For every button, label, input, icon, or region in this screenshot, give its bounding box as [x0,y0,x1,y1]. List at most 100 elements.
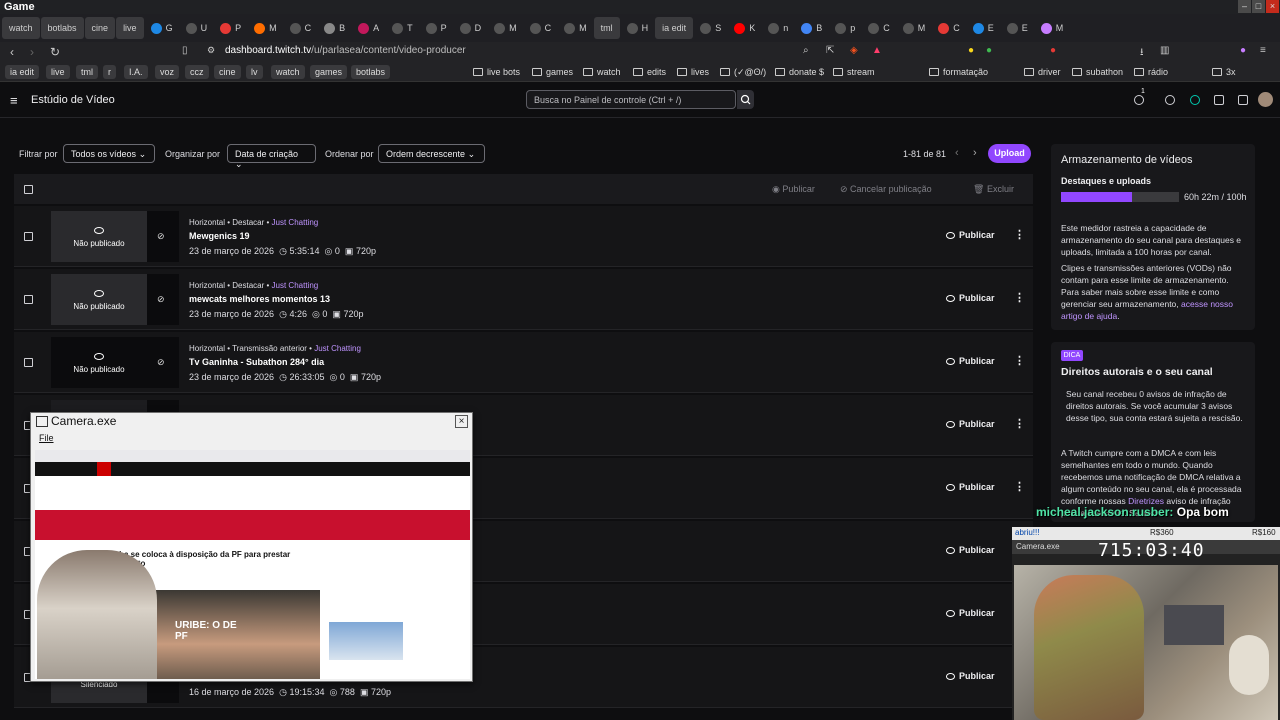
close-icon[interactable]: × [455,415,468,428]
browser-tab[interactable]: T [386,17,419,39]
sort-dropdown[interactable]: Ordem decrescente ⌄ [378,144,485,163]
browser-tab[interactable]: C [932,17,966,39]
bookmark-item[interactable]: (✓@ʘ/) [720,65,766,79]
brave-shield-icon[interactable]: ◈ [850,45,858,56]
share-icon[interactable]: ⇱ [826,45,834,56]
browser-tab[interactable]: A [352,17,385,39]
browser-tab[interactable]: M [488,17,523,39]
browser-tab[interactable]: M [248,17,283,39]
bookmark-item[interactable]: 3x [1212,65,1236,79]
video-thumbnail[interactable]: Não publicado [51,337,147,388]
browser-tab[interactable]: K [728,17,761,39]
dashboard-search-input[interactable]: Busca no Painel de controle (Ctrl + /) [526,90,736,109]
browser-tab[interactable]: E [1001,17,1034,39]
browser-tab[interactable]: P [214,17,247,39]
more-options-icon[interactable]: ⋮ [1014,417,1025,430]
maximize-button[interactable]: □ [1252,0,1265,13]
upload-button[interactable]: Upload [988,144,1031,163]
more-options-icon[interactable]: ⋮ [1014,291,1025,304]
downloads-icon[interactable]: ⭳ [1140,45,1144,62]
video-title[interactable]: Tv Ganinha - Subathon 284° dia [189,357,324,367]
organize-dropdown[interactable]: Data de criação ⌄ [227,144,316,169]
browser-tab[interactable]: M [558,17,593,39]
zoom-icon[interactable]: ⌕ [803,45,809,56]
video-thumbnail[interactable]: Não publicado [51,274,147,325]
video-title[interactable]: Mewgenics 19 [189,231,250,241]
browser-tab[interactable]: P [420,17,453,39]
mail-icon[interactable] [1214,95,1224,105]
row-checkbox[interactable] [24,358,33,367]
forward-icon[interactable]: › [30,45,34,59]
next-page-icon[interactable]: › [973,147,977,159]
browser-tab[interactable]: C [524,17,558,39]
browser-tab[interactable]: C [862,17,896,39]
back-icon[interactable]: ‹ [10,45,14,59]
bookmark-item[interactable]: subathon [1072,65,1123,79]
browser-tab[interactable]: B [795,17,828,39]
browser-tab[interactable]: p [829,17,861,39]
browser-tab[interactable]: ia edit [655,17,694,39]
video-thumbnail[interactable]: Não publicado [51,211,147,262]
bookmark-item[interactable]: I.A. [124,65,148,79]
browser-tab[interactable]: U [180,17,214,39]
publish-button[interactable]: Publicar [946,293,995,303]
sidebar-icon[interactable]: ▥ [1160,45,1169,56]
publish-button[interactable]: Publicar [946,230,995,240]
more-options-icon[interactable]: ⋮ [1014,354,1025,367]
bulk-publish-button[interactable]: ◉ Publicar [772,184,815,195]
browser-tab[interactable]: cine [84,17,116,39]
browser-tab[interactable]: watch [2,17,40,39]
minimize-button[interactable]: – [1238,0,1251,13]
publish-button[interactable]: Publicar [946,545,995,555]
search-button[interactable] [737,90,754,109]
avatar[interactable] [1258,92,1273,107]
bookmark-item[interactable]: donate $ [775,65,824,79]
chat-icon[interactable] [1238,95,1248,105]
bulk-cancel-button[interactable]: ⊘ Cancelar publicação [840,184,932,195]
bookmark-item[interactable]: r [103,65,116,79]
site-settings-icon[interactable]: ⚙ [207,45,215,56]
bookmark-item[interactable]: live [46,65,70,79]
bookmark-item[interactable]: games [310,65,348,79]
browser-tab[interactable]: E [967,17,1000,39]
filter-dropdown[interactable]: Todos os vídeos ⌄ [63,144,155,163]
bookmark-item[interactable]: botlabs [351,65,391,79]
extension-icon[interactable]: ● [968,45,974,56]
more-options-icon[interactable]: ⋮ [1014,228,1025,241]
bookmark-item[interactable]: stream [833,65,875,79]
prev-page-icon[interactable]: ‹ [955,147,959,159]
menu-icon[interactable]: ≡ [1260,45,1266,56]
bookmark-icon[interactable]: ▯ [182,45,188,56]
close-window-button[interactable]: × [1266,0,1279,13]
browser-tab[interactable]: B [318,17,351,39]
more-options-icon[interactable]: ⋮ [1014,480,1025,493]
file-menu[interactable]: File [39,433,54,443]
browser-tab[interactable]: C [284,17,318,39]
url-field[interactable]: dashboard.twitch.tv/u/parlasea/content/v… [225,45,466,56]
publish-button[interactable]: Publicar [946,608,995,618]
browser-tab[interactable]: G [145,17,179,39]
reload-icon[interactable]: ↻ [50,45,60,59]
notifications-icon[interactable] [1134,95,1144,105]
bookmark-item[interactable]: ccz [185,65,209,79]
bookmark-item[interactable]: formatação [929,65,988,79]
bookmark-item[interactable]: games [532,65,573,79]
hamburger-icon[interactable]: ≡ [10,93,18,108]
bookmark-item[interactable]: cine [214,65,241,79]
bookmark-item[interactable]: watch [271,65,305,79]
bookmark-item[interactable]: driver [1024,65,1061,79]
bulk-delete-button[interactable]: 🗑 Excluir [973,184,1014,195]
row-checkbox[interactable] [24,295,33,304]
bookmark-item[interactable]: tml [76,65,98,79]
publish-button[interactable]: Publicar [946,671,995,681]
browser-tab[interactable]: live [116,17,144,39]
bookmark-item[interactable]: watch [583,65,621,79]
bookmark-item[interactable]: lives [677,65,709,79]
brave-rewards-icon[interactable]: ▲ [872,45,882,56]
activity-icon[interactable] [1190,95,1200,105]
bookmark-item[interactable]: live bots [473,65,520,79]
browser-tab[interactable]: S [694,17,727,39]
browser-tab[interactable]: H [621,17,655,39]
browser-tab[interactable]: botlabs [40,17,84,39]
publish-button[interactable]: Publicar [946,356,995,366]
